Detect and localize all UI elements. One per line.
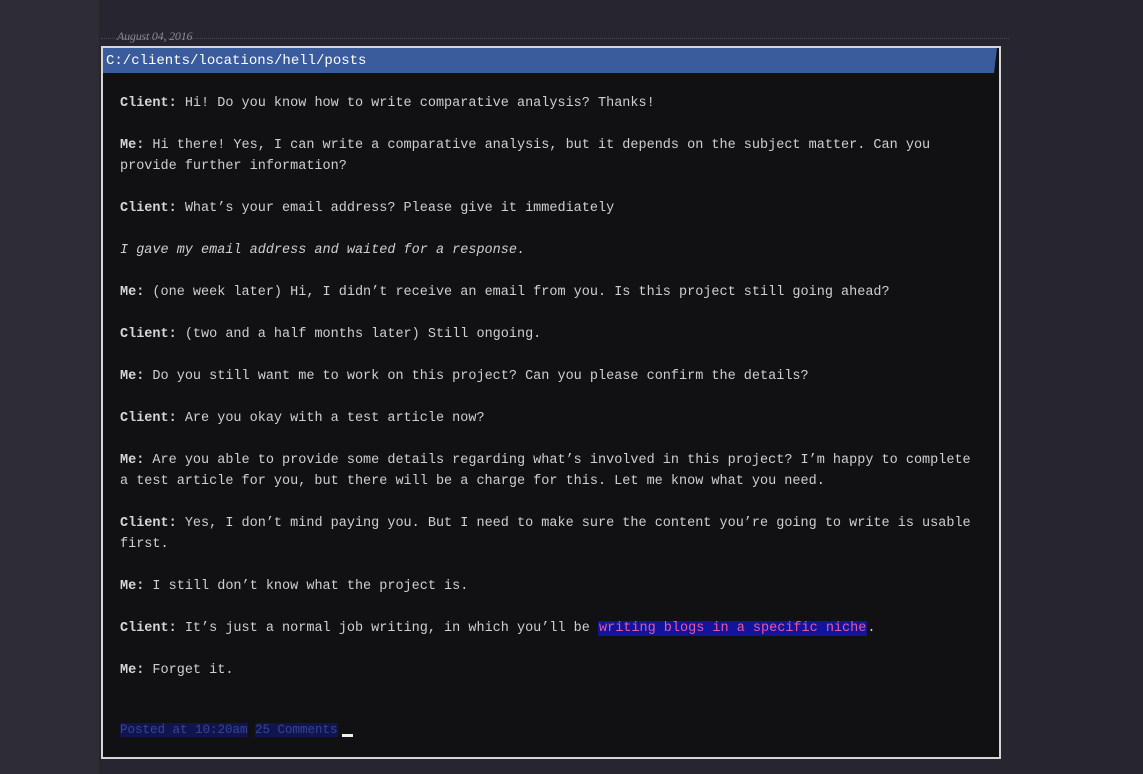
post-date: August 04, 2016 [117,29,193,43]
post-path: C:/clients/locations/hell/posts [106,53,367,69]
speaker-label: Client: [120,411,177,426]
speaker-label: Me: [120,579,145,594]
niche-link[interactable]: writing blogs in a specific niche [598,621,868,636]
speaker-label: Client: [120,96,177,111]
dialogue-line: Me: Do you still want me to work on this… [120,366,982,387]
dialogue-text: What’s your email address? Please give i… [176,201,615,216]
comments-link[interactable]: 25 Comments [255,723,338,737]
dialogue-line: Client: Are you okay with a test article… [120,408,982,429]
post-footer: Posted at 10:20am 25 Comments [120,722,353,738]
post-titlebar: C:/clients/locations/hell/posts [103,48,997,73]
dialogue-line: Client: It’s just a normal job writing, … [120,618,982,639]
posted-time: Posted at 10:20am [120,723,248,737]
dialogue-text: (two and a half months later) Still ongo… [176,327,542,342]
speaker-label: Client: [120,327,177,342]
dialogue-text: Are you okay with a test article now? [176,411,485,426]
speaker-label: Client: [120,621,177,636]
dialogue-text: Hi! Do you know how to write comparative… [176,96,655,111]
speaker-label: Client: [120,516,177,531]
post-content: Client: Hi! Do you know how to write com… [120,93,982,702]
speaker-label: Me: [120,285,145,300]
dialogue-line: Client: What’s your email address? Pleas… [120,198,982,219]
dialogue-text: Hi there! Yes, I can write a comparative… [120,138,931,174]
dialogue-line: Me: I still don’t know what the project … [120,576,982,597]
dialogue-line: Me: Are you able to provide some details… [120,450,982,492]
dialogue-text: Do you still want me to work on this pro… [144,369,809,384]
dialogue-text-end: . [867,621,876,636]
dialogue-text: Yes, I don’t mind paying you. But I need… [120,516,971,552]
dialogue-text: (one week later) Hi, I didn’t receive an… [144,285,890,300]
post-window: C:/clients/locations/hell/posts Client: … [101,46,1001,759]
speaker-label: Client: [120,201,177,216]
top-divider [101,38,1009,39]
dialogue-line: Me: Forget it. [120,660,982,681]
dialogue-line: Client: (two and a half months later) St… [120,324,982,345]
dialogue-line: Client: Hi! Do you know how to write com… [120,93,982,114]
speaker-label: Me: [120,369,145,384]
speaker-label: Me: [120,663,145,678]
dialogue-line: Me: (one week later) Hi, I didn’t receiv… [120,282,982,303]
dialogue-line: Client: Yes, I don’t mind paying you. Bu… [120,513,982,555]
dialogue-line: Me: Hi there! Yes, I can write a compara… [120,135,982,177]
dialogue-text: Forget it. [144,663,234,678]
speaker-label: Me: [120,138,145,153]
left-background-strip [0,0,99,774]
blinking-cursor [341,734,353,737]
dialogue-text: It’s just a normal job writing, in which… [176,621,598,636]
speaker-label: Me: [120,453,145,468]
dialogue-text: I still don’t know what the project is. [144,579,469,594]
narration-note: I gave my email address and waited for a… [120,243,526,258]
dialogue-text: Are you able to provide some details reg… [120,453,971,489]
